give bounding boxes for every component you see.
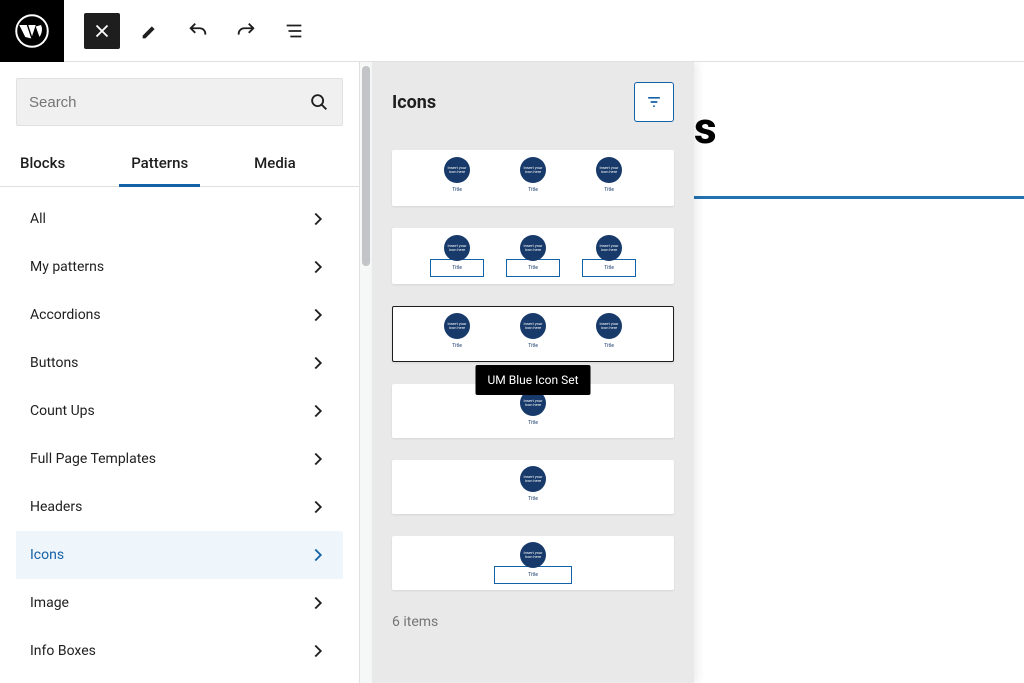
pattern-category-list: All My patterns Accordions Buttons Count… — [0, 187, 359, 683]
pattern-card[interactable]: Insert your icon hereTitle Insert your i… — [392, 150, 674, 206]
editor-canvas[interactable]: s — [694, 62, 1024, 683]
category-info-boxes[interactable]: Info Boxes — [16, 627, 343, 675]
search-input[interactable] — [29, 94, 308, 111]
category-label: Headers — [30, 499, 82, 515]
category-full-page-templates[interactable]: Full Page Templates — [16, 435, 343, 483]
category-label: All — [30, 211, 46, 227]
tab-media[interactable]: Media — [250, 142, 300, 186]
category-label: Image — [30, 595, 69, 611]
wordpress-logo[interactable] — [0, 0, 64, 62]
pattern-mini: Insert your icon hereTitle — [582, 235, 636, 277]
category-label: Accordions — [30, 307, 101, 323]
category-label: Count Ups — [30, 403, 95, 419]
category-image[interactable]: Image — [16, 579, 343, 627]
category-accordions[interactable]: Accordions — [16, 291, 343, 339]
undo-button[interactable] — [180, 13, 216, 49]
chevron-right-icon — [307, 544, 329, 566]
pattern-mini: Insert your icon hereTitle — [506, 157, 560, 199]
close-inserter-button[interactable] — [84, 13, 120, 49]
document-overview-button[interactable] — [276, 13, 312, 49]
filter-button[interactable] — [634, 82, 674, 122]
pattern-card[interactable]: Insert your icon hereTitle Insert your i… — [392, 228, 674, 284]
pattern-card[interactable]: Insert your icon hereTitle — [392, 536, 674, 590]
pattern-card-selected[interactable]: Insert your icon hereTitle Insert your i… — [392, 306, 674, 362]
pattern-mini: Insert your icon hereTitle — [430, 313, 484, 355]
chevron-right-icon — [307, 592, 329, 614]
pattern-tooltip: UM Blue Icon Set — [476, 365, 591, 395]
search-icon — [308, 91, 330, 113]
chevron-right-icon — [307, 496, 329, 518]
scrollbar[interactable] — [360, 62, 372, 683]
tab-patterns[interactable]: Patterns — [127, 142, 192, 186]
category-all[interactable]: All — [16, 195, 343, 243]
search-input-wrap[interactable] — [16, 78, 343, 126]
chevron-right-icon — [307, 304, 329, 326]
chevron-right-icon — [307, 352, 329, 374]
pattern-mini: Insert your icon hereTitle — [506, 390, 560, 432]
pattern-mini: Insert your icon hereTitle — [506, 235, 560, 277]
category-label: Full Page Templates — [30, 451, 156, 467]
redo-button[interactable] — [228, 13, 264, 49]
edit-tool-button[interactable] — [132, 13, 168, 49]
pattern-mini: Insert your icon hereTitle — [494, 542, 572, 584]
chevron-right-icon — [307, 400, 329, 422]
pattern-mini: Insert your icon hereTitle — [430, 157, 484, 199]
category-my-patterns[interactable]: My patterns — [16, 243, 343, 291]
patterns-preview-panel: Icons Insert your icon hereTitle Insert … — [372, 62, 694, 683]
patterns-panel-title: Icons — [392, 92, 436, 113]
category-label: Info Boxes — [30, 643, 96, 659]
scrollbar-thumb[interactable] — [362, 66, 370, 266]
category-buttons[interactable]: Buttons — [16, 339, 343, 387]
pattern-mini: Insert your icon hereTitle — [582, 157, 636, 199]
category-label: My patterns — [30, 259, 104, 275]
tab-blocks[interactable]: Blocks — [16, 142, 69, 186]
category-label: Buttons — [30, 355, 78, 371]
pattern-mini: Insert your icon hereTitle — [506, 313, 560, 355]
category-label: Icons — [30, 547, 64, 563]
inserter-tabs: Blocks Patterns Media — [0, 142, 359, 187]
pattern-mini: Insert your icon hereTitle — [430, 235, 484, 277]
canvas-separator — [694, 196, 1024, 199]
chevron-right-icon — [307, 208, 329, 230]
page-title-fragment: s — [694, 102, 1024, 154]
pattern-mini: Insert your icon hereTitle — [506, 466, 560, 508]
pattern-mini: Insert your icon hereTitle — [582, 313, 636, 355]
chevron-right-icon — [307, 640, 329, 662]
category-headers[interactable]: Headers — [16, 483, 343, 531]
pattern-card[interactable]: Insert your icon hereTitle — [392, 460, 674, 514]
category-count-ups[interactable]: Count Ups — [16, 387, 343, 435]
chevron-right-icon — [307, 256, 329, 278]
chevron-right-icon — [307, 448, 329, 470]
items-count: 6 items — [392, 614, 674, 630]
category-icons[interactable]: Icons — [16, 531, 343, 579]
